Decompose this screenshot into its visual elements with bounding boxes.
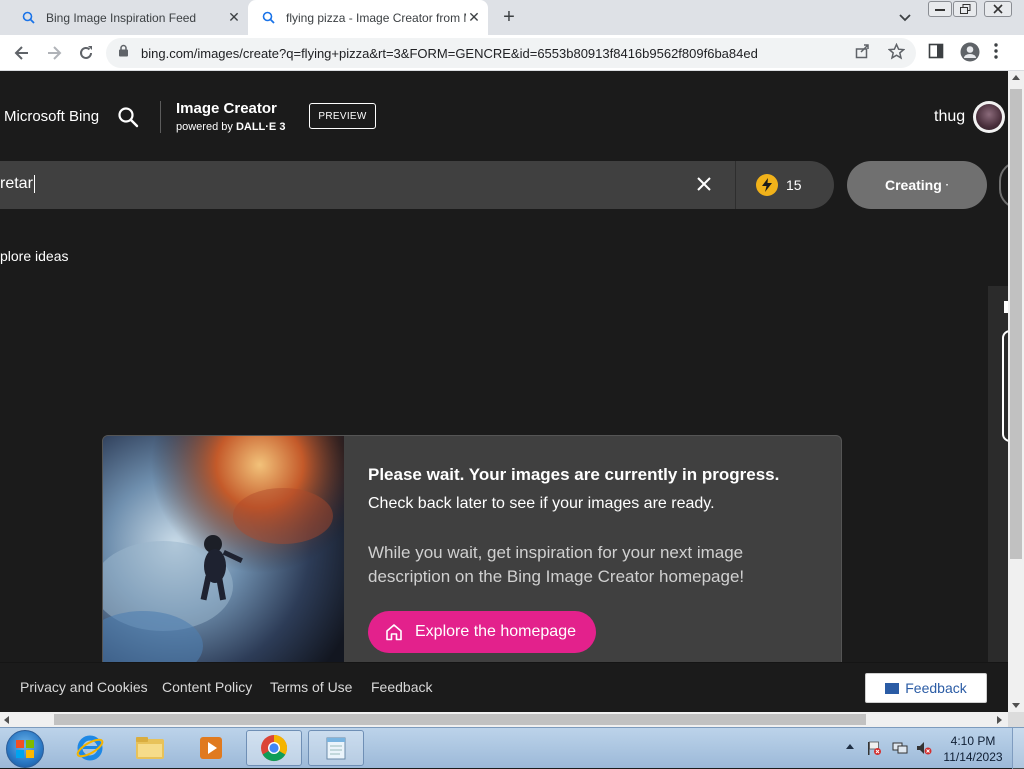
reload-icon[interactable] — [74, 41, 98, 65]
system-clock[interactable]: 4:10 PM 11/14/2023 — [940, 733, 1006, 765]
wait-subtitle: Check back later to see if your images a… — [368, 495, 715, 512]
feedback-button-label: Feedback — [905, 680, 967, 696]
create-button[interactable]: Creating · — [847, 161, 987, 209]
microsoft-bing-logo-text[interactable]: Microsoft Bing — [4, 108, 99, 125]
tab-bing-image-inspiration-feed[interactable]: Bing Image Inspiration Feed ✕ — [10, 0, 248, 35]
search-icon[interactable] — [117, 106, 139, 133]
username-label[interactable]: thug — [934, 108, 965, 126]
explore-homepage-button[interactable]: Explore the homepage — [368, 611, 596, 653]
image-creator-title[interactable]: Image Creator — [176, 100, 277, 117]
scroll-down-arrow-icon[interactable] — [1012, 703, 1020, 708]
feedback-button[interactable]: Feedback — [865, 673, 987, 703]
home-icon — [384, 622, 404, 642]
bing-search-favicon-icon — [260, 10, 276, 26]
powered-by-label: powered by DALL·E 3 — [176, 121, 285, 133]
image-creator-page: Microsoft Bing Image Creator powered by … — [0, 71, 1008, 712]
vertical-scroll-thumb[interactable] — [1010, 89, 1022, 559]
address-bar[interactable]: bing.com/images/create?q=flying+pizza&rt… — [106, 38, 916, 68]
boost-divider — [735, 161, 736, 209]
scroll-up-arrow-icon[interactable] — [1012, 75, 1020, 80]
explore-ideas-tab[interactable]: plore ideas — [0, 248, 69, 264]
wait-body: While you wait, get inspiration for your… — [368, 543, 745, 586]
tab-strip: Bing Image Inspiration Feed ✕ flying piz… — [0, 0, 1024, 35]
feedback-chat-icon — [885, 682, 900, 694]
side-panel-icon[interactable] — [928, 43, 944, 64]
url-text: bing.com/images/create?q=flying+pizza&rt… — [141, 45, 758, 61]
vertical-scrollbar[interactable] — [1008, 71, 1024, 712]
explore-homepage-label: Explore the homepage — [415, 623, 576, 640]
media-player-icon[interactable] — [183, 730, 239, 766]
text-caret — [33, 175, 35, 193]
prompt-bar: retar 15 — [0, 161, 834, 209]
start-button-windows-logo-icon[interactable] — [6, 730, 44, 768]
new-tab-plus-icon[interactable]: + — [498, 6, 520, 28]
powered-by-model: DALL·E 3 — [235, 121, 286, 133]
avatar[interactable] — [973, 101, 1005, 133]
action-center-flag-icon[interactable] — [866, 740, 882, 756]
bing-search-favicon-icon — [20, 10, 36, 26]
in-progress-card: Please wait. Your images are currently i… — [102, 435, 842, 675]
page-footer: Privacy and Cookies Content Policy Terms… — [0, 662, 1008, 712]
file-explorer-folder-icon[interactable] — [122, 730, 178, 766]
window-minimize-button[interactable] — [928, 1, 952, 17]
boost-lightning-icon[interactable] — [756, 174, 778, 196]
clock-time: 4:10 PM — [950, 734, 996, 748]
notepad-icon[interactable] — [308, 730, 364, 766]
windows-taskbar: 4:10 PM 11/14/2023 — [0, 727, 1024, 769]
wait-title: Please wait. Your images are currently i… — [368, 465, 780, 484]
profile-avatar-icon[interactable] — [960, 42, 980, 67]
share-icon[interactable] — [855, 43, 871, 64]
powered-by-text: powered by — [176, 121, 233, 133]
bookmark-star-icon[interactable] — [887, 42, 906, 65]
kebab-menu-icon[interactable] — [994, 43, 998, 64]
clear-prompt-close-icon[interactable] — [695, 175, 713, 198]
network-icon[interactable] — [892, 740, 908, 756]
scroll-left-arrow-icon[interactable] — [4, 716, 9, 724]
browser-toolbar: bing.com/images/create?q=flying+pizza&rt… — [0, 35, 1024, 71]
footer-link-feedback[interactable]: Feedback — [371, 679, 432, 695]
show-hidden-icons-chevron-up-icon[interactable] — [846, 744, 854, 749]
lock-icon[interactable] — [118, 44, 129, 62]
footer-link-privacy[interactable]: Privacy and Cookies — [20, 679, 148, 695]
clock-date: 11/14/2023 — [943, 750, 1003, 764]
prompt-input[interactable]: retar — [0, 175, 35, 193]
prompt-input-value: retar — [0, 175, 33, 193]
back-arrow-icon[interactable] — [10, 41, 34, 65]
window-close-button[interactable] — [984, 1, 1012, 17]
tab-flying-pizza[interactable]: flying pizza - Image Creator from Micros… — [248, 0, 488, 35]
boost-count: 15 — [786, 177, 802, 193]
astronaut-image — [103, 436, 344, 674]
horizontal-scroll-thumb[interactable] — [54, 714, 866, 725]
close-tab-icon[interactable]: ✕ — [466, 9, 482, 26]
page-header: Microsoft Bing Image Creator powered by … — [0, 71, 1008, 161]
avatar-image — [976, 104, 1002, 130]
tab-title: Bing Image Inspiration Feed — [46, 10, 197, 25]
show-desktop-button[interactable] — [1012, 728, 1024, 769]
tab-search-chevron-down-icon[interactable] — [895, 8, 915, 28]
tab-title: flying pizza - Image Creator from Micros… — [286, 10, 466, 25]
surprise-me-button[interactable] — [999, 161, 1008, 209]
close-tab-icon[interactable]: ✕ — [226, 9, 242, 26]
footer-link-content-policy[interactable]: Content Policy — [162, 679, 252, 695]
header-divider — [160, 101, 161, 133]
create-button-label: Creating — [884, 177, 942, 193]
scrollbar-corner — [1008, 712, 1024, 727]
scroll-right-arrow-icon[interactable] — [997, 716, 1002, 724]
horizontal-scrollbar[interactable] — [0, 712, 1008, 727]
forward-arrow-icon[interactable] — [42, 41, 66, 65]
volume-muted-icon[interactable] — [916, 740, 932, 756]
preview-badge: PREVIEW — [309, 103, 376, 129]
chrome-icon[interactable] — [246, 730, 302, 766]
internet-explorer-icon[interactable] — [62, 730, 118, 766]
side-panel-card — [988, 286, 1008, 666]
window-restore-button[interactable] — [953, 1, 977, 17]
footer-link-terms[interactable]: Terms of Use — [270, 679, 352, 695]
